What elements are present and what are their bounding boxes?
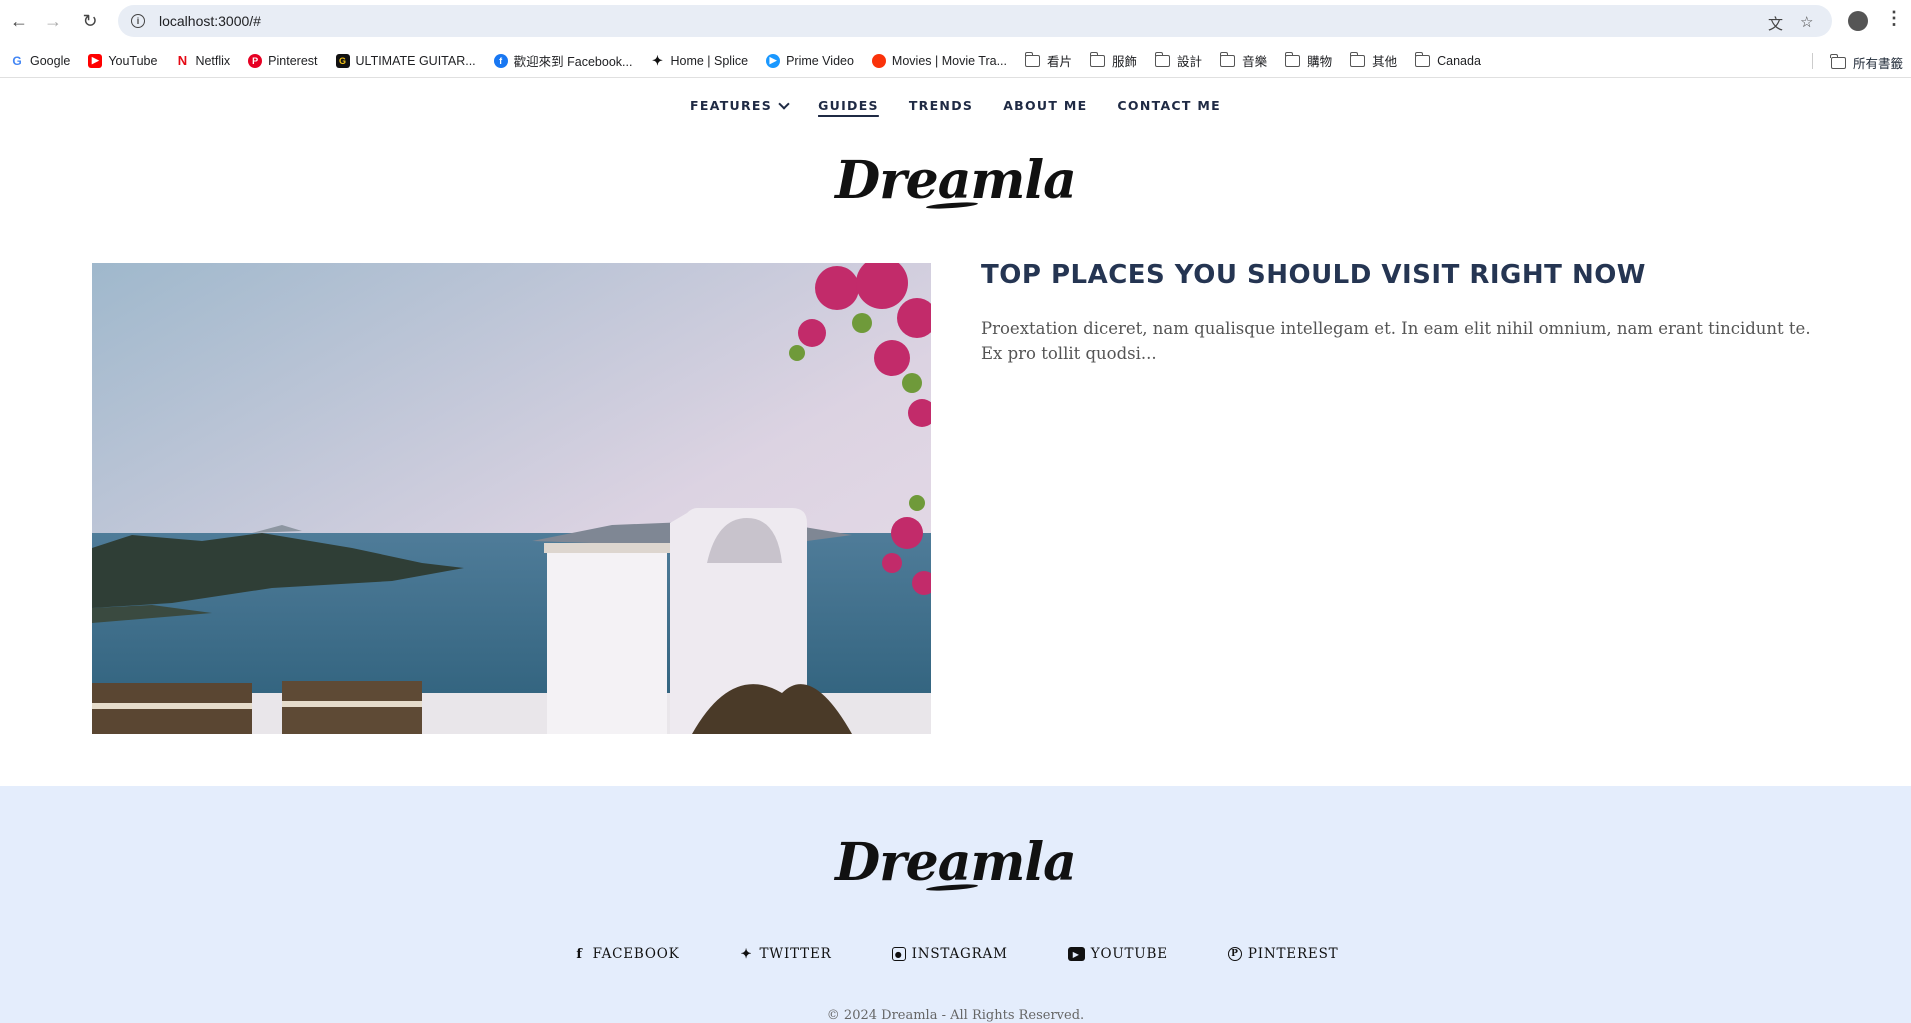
folder-icon <box>1219 51 1236 67</box>
post-excerpt: Proextation diceret, nam qualisque intel… <box>981 319 1811 363</box>
bookmark-prime-video[interactable]: ▶ Prime Video <box>766 53 854 68</box>
bookmark-label: YouTube <box>108 53 158 68</box>
browser-toolbar: ← → ↻ i localhost:3000/# 文 ☆ ⋮ <box>0 0 1911 42</box>
footer-logo[interactable]: Dreamla <box>0 832 1911 893</box>
url-text: localhost:3000/# <box>159 13 261 29</box>
nav-features-label: FEATURES <box>690 98 773 113</box>
bookmark-splice[interactable]: ✦ Home | Splice <box>650 52 749 68</box>
forward-arrow-icon[interactable]: → <box>42 10 64 32</box>
bookmark-folder[interactable]: 音樂 <box>1219 51 1268 70</box>
bookmark-label: Movies | Movie Tra... <box>891 53 1008 68</box>
facebook-icon: f <box>576 946 583 962</box>
all-bookmarks-label: 所有書籤 <box>1852 57 1903 71</box>
folder-label: 看片 <box>1047 55 1073 69</box>
all-bookmarks[interactable]: 所有書籤 <box>1830 53 1903 72</box>
folder-label: 服飾 <box>1112 55 1138 69</box>
pinterest-icon: P <box>1227 947 1242 961</box>
bookmark-label: Google <box>30 53 71 68</box>
social-label: TWITTER <box>759 946 832 962</box>
netflix-icon: N <box>177 53 188 68</box>
bookmark-folder[interactable]: 看片 <box>1024 51 1073 70</box>
post-title[interactable]: TOP PLACES YOU SHOULD VISIT RIGHT NOW <box>981 260 1646 290</box>
bookmarks-bar: G Google ▶ YouTube N Netflix P Pinterest G UL… <box>0 44 1911 78</box>
nav-trends[interactable]: TRENDS <box>909 98 973 113</box>
bookmark-rotten-tomatoes[interactable]: Movies | Movie Tra... <box>871 53 1008 68</box>
social-facebook[interactable]: f FACEBOOK <box>573 946 680 962</box>
social-pinterest[interactable]: P PINTEREST <box>1227 946 1339 962</box>
folder-label: 購物 <box>1307 55 1333 69</box>
bookmark-netflix[interactable]: N Netflix <box>175 53 231 68</box>
facebook-icon: f <box>493 53 508 68</box>
folder-icon <box>1830 53 1846 69</box>
tomato-icon <box>871 53 886 68</box>
bookmark-folder[interactable]: 設計 <box>1154 51 1203 70</box>
bookmark-folder[interactable]: 購物 <box>1284 51 1333 70</box>
menu-kebab-icon[interactable]: ⋮ <box>1885 8 1903 29</box>
google-icon: G <box>12 53 22 68</box>
folder-icon <box>1349 51 1366 67</box>
footer <box>0 786 1911 1023</box>
social-instagram[interactable]: ● INSTAGRAM <box>891 946 1008 962</box>
splice-icon: ✦ <box>652 52 663 68</box>
folder-label: 音樂 <box>1242 55 1268 69</box>
folder-icon <box>1154 51 1171 67</box>
social-links: f FACEBOOK ✦ TWITTER ● INSTAGRAM ▶ YOUTUBE P… <box>0 946 1911 962</box>
santorini-image <box>92 263 931 734</box>
bookmark-youtube[interactable]: ▶ YouTube <box>88 53 158 68</box>
bookmark-label: Home | Splice <box>670 53 749 68</box>
bookmark-folder[interactable]: 服飾 <box>1089 51 1138 70</box>
reload-icon[interactable]: ↻ <box>79 10 101 32</box>
star-icon[interactable]: ☆ <box>1800 13 1813 31</box>
address-bar[interactable]: i localhost:3000/# 文 ☆ <box>118 5 1832 37</box>
copyright: © 2024 Dreamla - All Rights Reserved. <box>826 1008 1085 1023</box>
social-youtube[interactable]: ▶ YOUTUBE <box>1067 946 1168 962</box>
bookmark-label: 歡迎來到 Facebook... <box>513 55 633 69</box>
profile-avatar[interactable] <box>1848 11 1868 31</box>
bookmark-label: Pinterest <box>268 53 318 68</box>
chevron-down-icon <box>778 97 790 110</box>
bookmark-label: Netflix <box>195 53 231 68</box>
bookmark-folder[interactable]: Canada <box>1414 51 1481 68</box>
pinterest-icon: P <box>248 53 263 68</box>
folder-icon <box>1024 51 1041 67</box>
social-label: FACEBOOK <box>592 946 680 962</box>
bookmark-label: Prime Video <box>786 53 854 68</box>
twitter-icon: ✦ <box>740 946 753 962</box>
bookmark-pinterest[interactable]: P Pinterest <box>248 53 318 68</box>
bookmark-facebook[interactable]: f 歡迎來到 Facebook... <box>493 51 633 70</box>
folder-icon <box>1089 51 1106 67</box>
nav-guides[interactable]: GUIDES <box>818 98 879 113</box>
site-logo[interactable]: Dreamla <box>0 150 1911 211</box>
nav-about[interactable]: ABOUT ME <box>1003 98 1087 113</box>
bookmark-google[interactable]: G Google <box>10 54 70 68</box>
prime-video-icon: ▶ <box>766 53 781 68</box>
nav-features[interactable]: FEATURES <box>690 97 790 113</box>
social-label: YOUTUBE <box>1090 946 1168 962</box>
folder-label: Canada <box>1437 53 1481 68</box>
folder-label: 設計 <box>1177 55 1203 69</box>
social-label: INSTAGRAM <box>911 946 1008 962</box>
folder-label: 其他 <box>1372 55 1398 69</box>
main-nav: FEATURES GUIDES TRENDS ABOUT ME CONTACT … <box>0 97 1911 113</box>
folder-icon <box>1414 51 1431 67</box>
bookmarks-divider <box>1812 53 1813 69</box>
translate-icon[interactable]: 文 <box>1768 13 1783 34</box>
ultimate-guitar-icon: G <box>335 53 350 68</box>
bookmark-ultimate-guitar[interactable]: G ULTIMATE GUITAR... <box>335 53 476 68</box>
bookmark-label: ULTIMATE GUITAR... <box>355 53 476 68</box>
social-twitter[interactable]: ✦ TWITTER <box>740 946 832 962</box>
nav-contact[interactable]: CONTACT ME <box>1117 98 1221 113</box>
site-info-icon[interactable]: i <box>131 14 145 28</box>
instagram-icon: ● <box>891 947 906 961</box>
youtube-icon: ▶ <box>1067 947 1085 961</box>
bookmark-folder[interactable]: 其他 <box>1349 51 1398 70</box>
folder-icon <box>1284 51 1301 67</box>
social-label: PINTEREST <box>1247 946 1339 962</box>
post-image[interactable] <box>92 263 931 734</box>
youtube-icon: ▶ <box>88 53 103 68</box>
back-arrow-icon[interactable]: ← <box>8 10 30 32</box>
